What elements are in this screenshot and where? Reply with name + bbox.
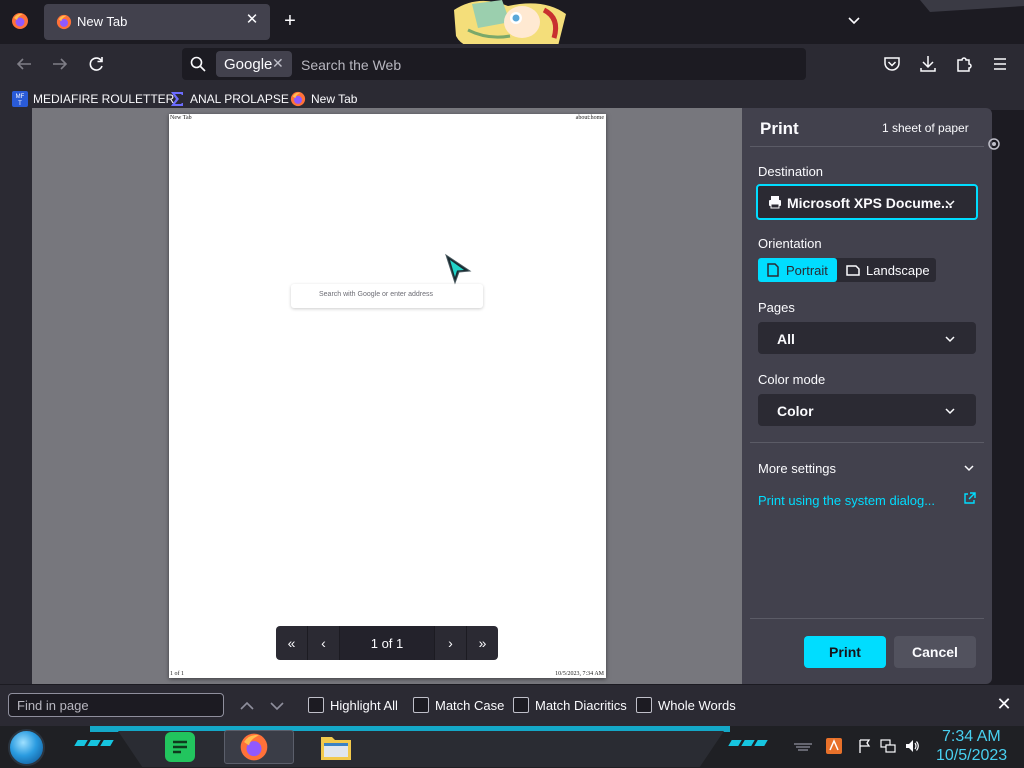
print-title: Print — [760, 119, 799, 138]
color-mode-value: Color — [777, 403, 814, 419]
chevron-down-icon — [945, 198, 955, 208]
system-dialog-link[interactable]: Print using the system dialog... — [758, 493, 935, 508]
pages-label: Pages — [758, 300, 795, 315]
forward-arrow-icon[interactable] — [49, 53, 71, 75]
portrait-page-icon — [767, 263, 779, 277]
divider — [750, 618, 984, 619]
match-case-label[interactable]: Match Case — [435, 698, 504, 713]
pocket-icon[interactable] — [881, 53, 903, 75]
preview-page: New Tab about:home 1 of 1 10/5/2023, 7:3… — [169, 114, 606, 678]
taskbar-deco-right — [728, 740, 768, 746]
bookmark-anal-prolapse[interactable]: ANAL PROLAPSE — [169, 90, 289, 108]
printer-icon — [768, 195, 782, 209]
bookmark-mediafire-rouletter[interactable]: MF T MEDIAFIRE ROULETTER — [12, 90, 174, 108]
sheet-count: 1 sheet of paper — [882, 121, 969, 135]
bookmark-label: New Tab — [311, 92, 358, 106]
search-icon — [189, 55, 207, 73]
show-hidden-icons-icon[interactable] — [792, 742, 814, 752]
landscape-button[interactable]: Landscape — [866, 263, 930, 278]
firefox-icon — [56, 14, 72, 30]
first-page-button[interactable]: « — [276, 626, 308, 660]
destination-value: Microsoft XPS Docume... — [787, 195, 953, 211]
clock-date[interactable]: 10/5/2023 — [936, 747, 1007, 765]
page-header-url: about:home — [575, 115, 604, 121]
start-button[interactable] — [8, 729, 45, 766]
divider — [750, 442, 984, 443]
close-tab-icon[interactable]: ✕ — [244, 12, 260, 28]
new-tab-button[interactable]: + — [280, 11, 300, 31]
highlight-all-label[interactable]: Highlight All — [330, 698, 398, 713]
notes-app-icon[interactable] — [165, 732, 195, 762]
list-all-tabs-chevron-icon[interactable] — [845, 12, 863, 30]
next-page-button[interactable]: › — [434, 626, 466, 660]
more-settings-toggle[interactable]: More settings — [758, 461, 836, 476]
tab-title: New Tab — [77, 14, 128, 29]
pages-value: All — [777, 331, 795, 347]
divider — [750, 146, 984, 147]
destination-label: Destination — [758, 164, 824, 179]
orientation-label: Orientation — [758, 236, 822, 251]
taskbar-frame — [118, 731, 724, 767]
portrait-label: Portrait — [786, 263, 828, 278]
sigma-icon — [169, 91, 185, 107]
page-navigator: « ‹ 1 of 1 › » — [276, 626, 498, 660]
mediafire-icon: MF T — [12, 91, 28, 107]
match-diacritics-checkbox[interactable] — [513, 697, 529, 713]
chevron-down-icon — [945, 334, 955, 344]
bookmark-new-tab[interactable]: New Tab — [290, 90, 357, 108]
theme-corner-decoration — [920, 0, 1024, 12]
svg-text:T: T — [18, 101, 22, 107]
whole-words-checkbox[interactable] — [636, 697, 652, 713]
preview-search-placeholder: Search with Google or enter address — [319, 291, 434, 298]
volume-icon[interactable] — [904, 738, 920, 754]
clock-time[interactable]: 7:34 AM — [942, 728, 1001, 746]
bookmark-label: MEDIAFIRE ROULETTER — [33, 92, 175, 106]
reload-icon[interactable] — [85, 53, 107, 75]
match-case-checkbox[interactable] — [413, 697, 429, 713]
gear-icon[interactable] — [986, 136, 1000, 152]
downloads-icon[interactable] — [917, 53, 939, 75]
find-previous-icon[interactable] — [239, 698, 255, 714]
firefox-icon — [290, 91, 306, 107]
last-page-button[interactable]: » — [466, 626, 498, 660]
close-icon[interactable]: ✕ — [995, 695, 1013, 713]
back-arrow-icon[interactable] — [13, 53, 35, 75]
chevron-down-icon[interactable] — [964, 463, 974, 473]
taskbar-deco-left — [74, 740, 114, 746]
page-indicator: 1 of 1 — [340, 626, 434, 660]
url-input-placeholder[interactable]: Search the Web — [301, 57, 401, 73]
external-link-icon[interactable] — [963, 492, 976, 505]
print-button[interactable]: Print — [804, 636, 886, 668]
mouse-cursor-icon — [444, 253, 472, 287]
hamburger-menu-icon[interactable] — [989, 53, 1011, 75]
firefox-taskbar-icon[interactable] — [238, 732, 270, 762]
previous-page-button[interactable]: ‹ — [308, 626, 340, 660]
color-mode-label: Color mode — [758, 372, 826, 387]
firefox-view-icon[interactable] — [11, 12, 29, 30]
search-engine-label: Google — [224, 56, 273, 73]
flag-icon[interactable] — [857, 738, 873, 754]
extensions-puzzle-icon[interactable] — [953, 53, 975, 75]
find-in-page-input[interactable]: Find in page — [8, 693, 224, 717]
chevron-down-icon — [945, 406, 955, 416]
network-icon[interactable] — [880, 738, 896, 754]
landscape-page-icon[interactable] — [846, 265, 860, 276]
whole-words-label[interactable]: Whole Words — [658, 698, 736, 713]
app-tray-icon[interactable] — [826, 738, 842, 754]
file-explorer-icon[interactable] — [320, 733, 352, 761]
content-margin — [0, 108, 32, 684]
page-footer-count: 1 of 1 — [170, 671, 184, 677]
find-next-icon[interactable] — [269, 698, 285, 714]
svg-text:MF: MF — [16, 94, 25, 100]
highlight-all-checkbox[interactable] — [308, 697, 324, 713]
bookmark-label: ANAL PROLAPSE — [190, 92, 289, 106]
remove-engine-icon[interactable]: ✕ — [272, 55, 284, 72]
page-header-title: New Tab — [170, 115, 192, 121]
cancel-button[interactable]: Cancel — [894, 636, 976, 668]
match-diacritics-label[interactable]: Match Diacritics — [535, 698, 627, 713]
page-footer-date: 10/5/2023, 7:34 AM — [555, 671, 604, 677]
